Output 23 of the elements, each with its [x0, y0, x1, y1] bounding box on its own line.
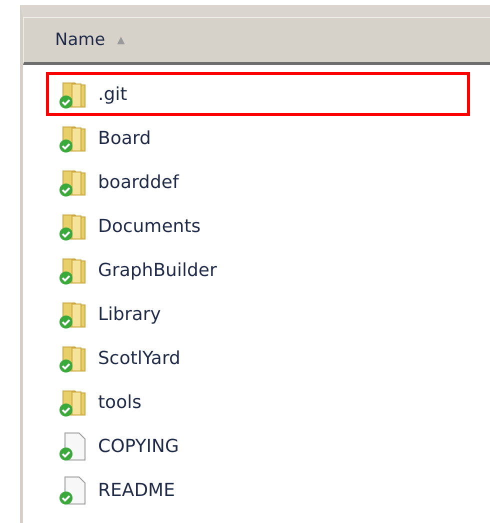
file-name: README — [98, 480, 175, 500]
highlighted-file-row[interactable]: .git — [46, 72, 470, 116]
file-row[interactable]: Documents — [46, 204, 470, 248]
file-name: .git — [98, 84, 128, 104]
file-name: Documents — [98, 216, 201, 236]
column-label: Name — [55, 30, 106, 50]
file-row[interactable]: COPYING — [46, 424, 470, 468]
file-row[interactable]: GraphBuilder — [46, 248, 470, 292]
file-row[interactable]: Board — [46, 116, 470, 160]
sort-arrow: ▲ — [117, 34, 125, 46]
file-name: boarddef — [98, 172, 179, 192]
file-name: Board — [98, 128, 151, 148]
file-row[interactable]: boarddef — [46, 160, 470, 204]
file-name: tools — [98, 392, 142, 412]
file-name: COPYING — [98, 436, 179, 456]
name-column-header[interactable]: Name ▲ — [23, 17, 490, 65]
file-row[interactable]: tools — [46, 380, 470, 424]
file-name: GraphBuilder — [98, 260, 217, 280]
file-name: Library — [98, 304, 161, 324]
file-row[interactable]: Library — [46, 292, 470, 336]
file-row[interactable]: README — [46, 468, 470, 512]
file-name: ScotlYard — [98, 348, 180, 368]
file-row[interactable]: ScotlYard — [46, 336, 470, 380]
